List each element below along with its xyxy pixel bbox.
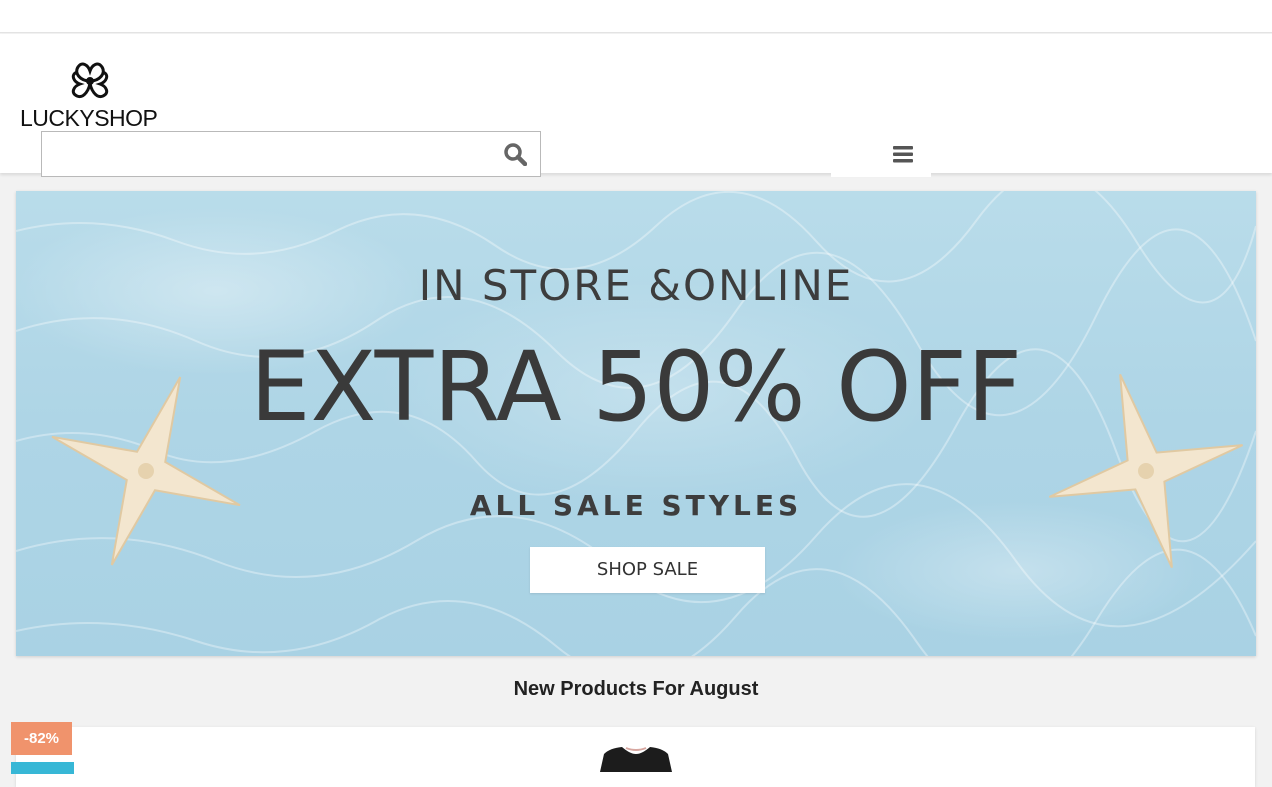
discount-badge: -82% (11, 722, 72, 755)
menu-button[interactable] (831, 131, 931, 177)
search-button[interactable] (490, 132, 540, 176)
top-bar (0, 0, 1272, 33)
search-icon (504, 143, 527, 166)
clover-flower-icon (71, 62, 109, 99)
banner-subheadline: ALL SALE STYLES (469, 489, 803, 522)
shop-sale-button[interactable]: SHOP SALE (530, 547, 765, 593)
logo-link[interactable]: LUCKYSHOP (20, 59, 170, 131)
hamburger-menu-icon (893, 146, 913, 163)
secondary-badge (11, 762, 74, 774)
banner-headline-small: IN STORE &ONLINE (418, 261, 854, 310)
section-title: New Products For August (513, 678, 759, 700)
banner-headline-large: EXTRA 50% OFF (249, 331, 1023, 443)
search-input[interactable] (42, 132, 492, 176)
promo-banner[interactable]: IN STORE &ONLINE EXTRA 50% OFF ALL SALE … (16, 191, 1256, 656)
search-box (41, 131, 541, 177)
logo-text: LUCKYSHOP (20, 105, 158, 131)
